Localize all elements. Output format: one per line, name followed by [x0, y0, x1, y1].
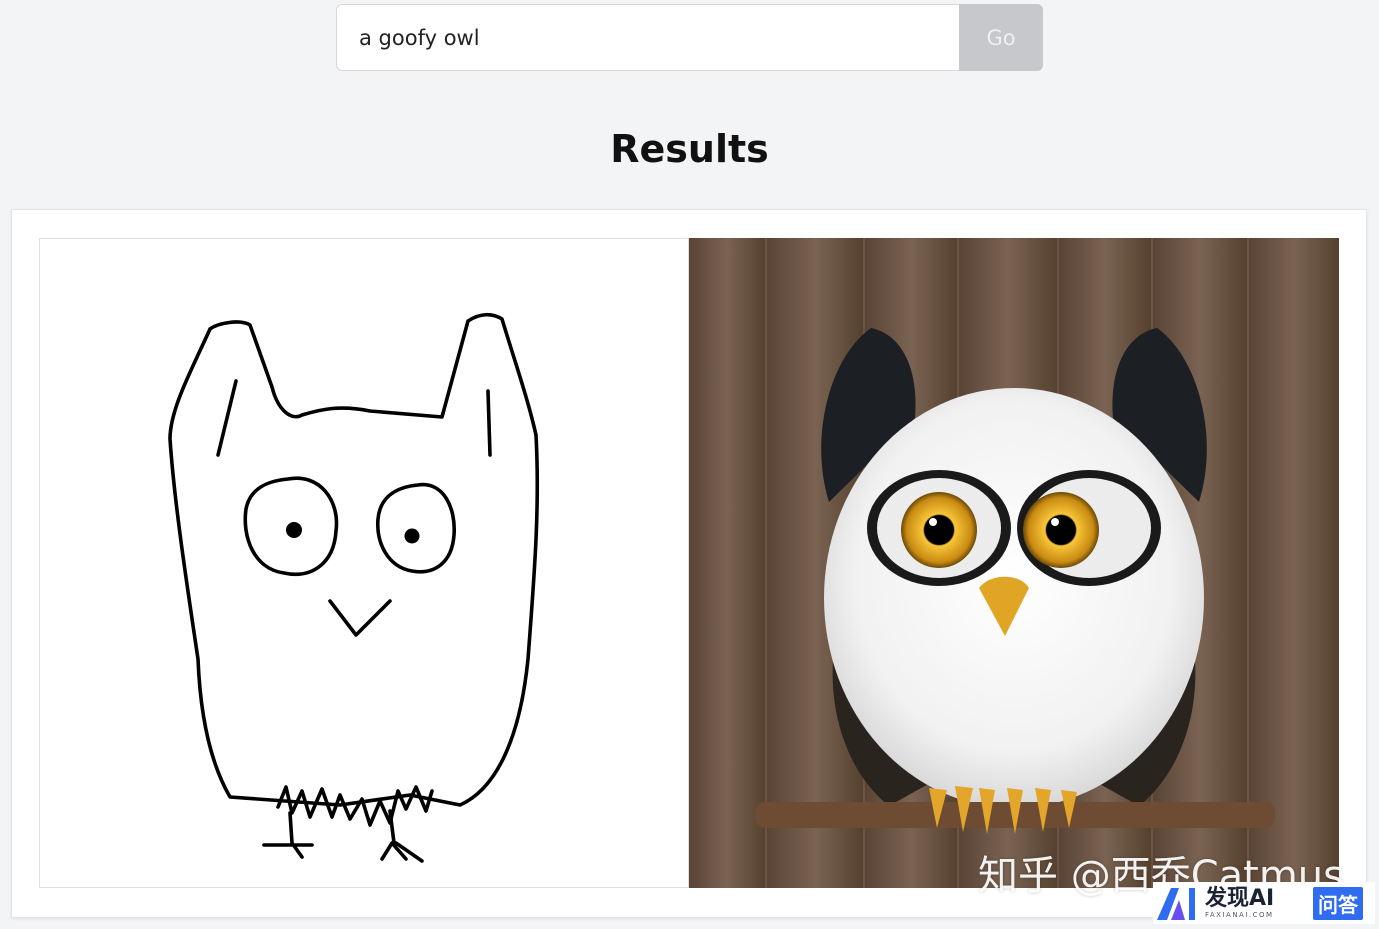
sketch-beak [328, 599, 392, 637]
brand-tag: 问答 [1313, 886, 1363, 920]
owl-right-eye [1023, 492, 1099, 568]
brand-name: 发现AI [1205, 885, 1275, 911]
sketch-left-ear-mark [216, 379, 238, 457]
sketch-body-outline [168, 312, 540, 807]
brand-domain: FAXIANAI.COM [1205, 910, 1274, 919]
sketch-left-pupil [286, 522, 302, 538]
search-bar: Go [336, 4, 1043, 71]
go-button[interactable]: Go [959, 4, 1043, 71]
sketch-left-foot [262, 811, 314, 859]
brand-badge: 发现AI FAXIANAI.COM 问答 [1153, 882, 1375, 924]
results-heading: Results [610, 127, 769, 171]
input-sketch-image [39, 238, 689, 888]
brand-logo-icon [1157, 888, 1195, 920]
sketch-right-eye [376, 482, 456, 574]
sketch-right-pupil [404, 528, 420, 544]
owl-left-eye [901, 492, 977, 568]
sketch-right-ear-mark [486, 389, 492, 457]
sketch-feet-fringe [276, 785, 434, 827]
prompt-input[interactable] [336, 4, 959, 71]
generated-owl-image [689, 238, 1339, 888]
